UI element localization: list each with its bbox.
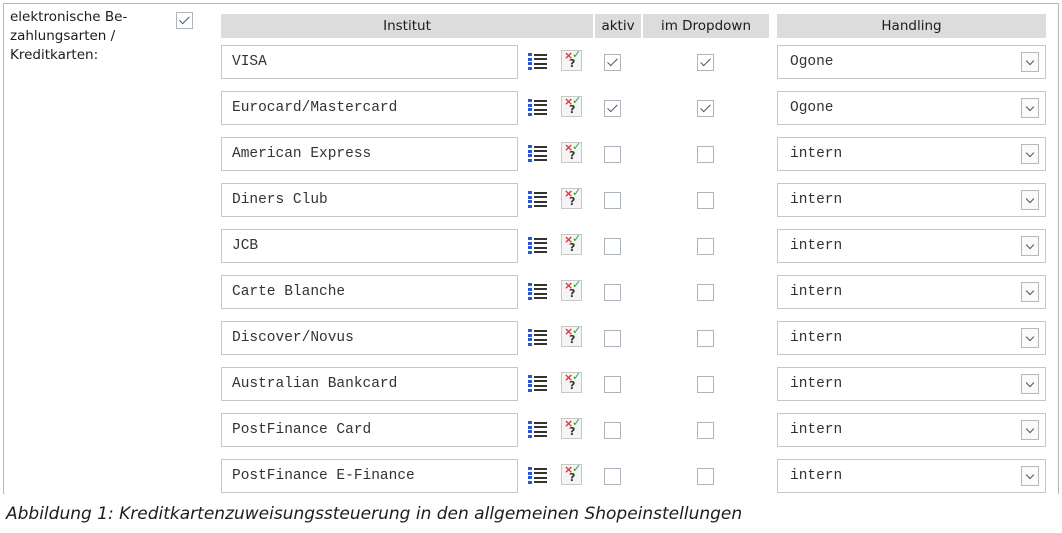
dropdown-checkbox[interactable] — [697, 284, 714, 301]
handling-value: intern — [790, 238, 843, 254]
list-icon[interactable] — [528, 190, 548, 208]
chevron-down-icon[interactable] — [1021, 52, 1039, 72]
enable-payment-checkbox[interactable] — [176, 12, 193, 29]
table-row: Discover/Novus × ✓? intern — [0, 321, 1062, 367]
check-assign-icon[interactable]: × ✓? — [561, 140, 582, 163]
aktiv-checkbox[interactable] — [604, 238, 621, 255]
handling-value: intern — [790, 146, 843, 162]
handling-select[interactable]: intern — [777, 183, 1046, 217]
institut-input[interactable]: Eurocard/Mastercard — [221, 91, 518, 125]
handling-select[interactable]: intern — [777, 321, 1046, 355]
handling-select[interactable]: intern — [777, 275, 1046, 309]
list-icon[interactable] — [528, 98, 548, 116]
check-assign-icon[interactable]: × ✓? — [561, 186, 582, 209]
dropdown-checkbox[interactable] — [697, 146, 714, 163]
institut-input[interactable]: PostFinance Card — [221, 413, 518, 447]
dropdown-checkbox[interactable] — [697, 330, 714, 347]
handling-value: Ogone — [790, 100, 834, 116]
dropdown-checkbox[interactable] — [697, 468, 714, 485]
list-icon[interactable] — [528, 144, 548, 162]
handling-value: intern — [790, 468, 843, 484]
check-assign-icon[interactable]: × ✓? — [561, 462, 582, 485]
institut-input[interactable]: VISA — [221, 45, 518, 79]
handling-value: intern — [790, 330, 843, 346]
dropdown-checkbox[interactable] — [697, 238, 714, 255]
dropdown-checkbox[interactable] — [697, 422, 714, 439]
chevron-down-icon[interactable] — [1021, 420, 1039, 440]
handling-select[interactable]: intern — [777, 229, 1046, 263]
table-row: PostFinance Card × ✓? intern — [0, 413, 1062, 459]
aktiv-checkbox[interactable] — [604, 468, 621, 485]
institut-input[interactable]: American Express — [221, 137, 518, 171]
table-row: Australian Bankcard × ✓? intern — [0, 367, 1062, 413]
list-icon[interactable] — [528, 420, 548, 438]
list-icon[interactable] — [528, 236, 548, 254]
list-icon[interactable] — [528, 374, 548, 392]
section-label-line: zahlungsarten / — [10, 28, 116, 44]
check-assign-icon[interactable]: × ✓? — [561, 278, 582, 301]
handling-select[interactable]: intern — [777, 459, 1046, 493]
aktiv-checkbox[interactable] — [604, 146, 621, 163]
check-assign-icon[interactable]: × ✓? — [561, 94, 582, 117]
institut-input[interactable]: PostFinance E-Finance — [221, 459, 518, 493]
aktiv-checkbox[interactable] — [604, 100, 621, 117]
section-label-line: elektronische Be- — [10, 9, 128, 25]
aktiv-checkbox[interactable] — [604, 284, 621, 301]
check-assign-icon[interactable]: × ✓? — [561, 232, 582, 255]
chevron-down-icon[interactable] — [1021, 282, 1039, 302]
table-row: Diners Club × ✓? intern — [0, 183, 1062, 229]
chevron-down-icon[interactable] — [1021, 98, 1039, 118]
list-icon[interactable] — [528, 328, 548, 346]
header-aktiv: aktiv — [595, 14, 641, 38]
list-icon[interactable] — [528, 466, 548, 484]
check-assign-icon[interactable]: × ✓? — [561, 416, 582, 439]
institut-input[interactable]: JCB — [221, 229, 518, 263]
chevron-down-icon[interactable] — [1021, 190, 1039, 210]
institut-input[interactable]: Discover/Novus — [221, 321, 518, 355]
dropdown-checkbox[interactable] — [697, 192, 714, 209]
list-icon[interactable] — [528, 52, 548, 70]
handling-value: intern — [790, 376, 843, 392]
aktiv-checkbox[interactable] — [604, 192, 621, 209]
chevron-down-icon[interactable] — [1021, 328, 1039, 348]
handling-value: intern — [790, 284, 843, 300]
table-row: Eurocard/Mastercard × ✓? Ogone — [0, 91, 1062, 137]
institut-input[interactable]: Carte Blanche — [221, 275, 518, 309]
institut-input[interactable]: Australian Bankcard — [221, 367, 518, 401]
header-handling: Handling — [777, 14, 1046, 38]
header-institut: Institut — [221, 14, 593, 38]
check-assign-icon[interactable]: × ✓? — [561, 48, 582, 71]
handling-value: Ogone — [790, 54, 834, 70]
handling-select[interactable]: intern — [777, 367, 1046, 401]
check-assign-icon[interactable]: × ✓? — [561, 324, 582, 347]
handling-select[interactable]: Ogone — [777, 91, 1046, 125]
chevron-down-icon[interactable] — [1021, 374, 1039, 394]
handling-value: intern — [790, 422, 843, 438]
handling-select[interactable]: intern — [777, 137, 1046, 171]
list-icon[interactable] — [528, 282, 548, 300]
handling-value: intern — [790, 192, 843, 208]
check-assign-icon[interactable]: × ✓? — [561, 370, 582, 393]
table-row: PostFinance E-Finance × ✓? intern — [0, 459, 1062, 505]
chevron-down-icon[interactable] — [1021, 144, 1039, 164]
aktiv-checkbox[interactable] — [604, 330, 621, 347]
dropdown-checkbox[interactable] — [697, 100, 714, 117]
table-row: JCB × ✓? intern — [0, 229, 1062, 275]
institut-input[interactable]: Diners Club — [221, 183, 518, 217]
chevron-down-icon[interactable] — [1021, 236, 1039, 256]
table-row: American Express × ✓? intern — [0, 137, 1062, 183]
dropdown-checkbox[interactable] — [697, 376, 714, 393]
handling-select[interactable]: Ogone — [777, 45, 1046, 79]
table-row: VISA × ✓? Ogone — [0, 45, 1062, 91]
aktiv-checkbox[interactable] — [604, 54, 621, 71]
aktiv-checkbox[interactable] — [604, 422, 621, 439]
dropdown-checkbox[interactable] — [697, 54, 714, 71]
figure-caption: Abbildung 1: Kreditkartenzuweisungssteue… — [6, 504, 743, 524]
handling-select[interactable]: intern — [777, 413, 1046, 447]
header-dropdown: im Dropdown — [643, 14, 769, 38]
aktiv-checkbox[interactable] — [604, 376, 621, 393]
table-row: Carte Blanche × ✓? intern — [0, 275, 1062, 321]
chevron-down-icon[interactable] — [1021, 466, 1039, 486]
